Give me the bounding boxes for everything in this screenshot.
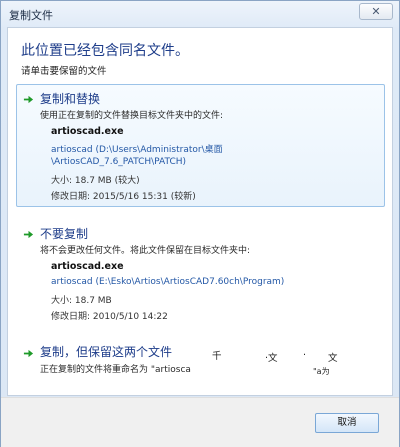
green-right-arrow-icon xyxy=(23,349,34,358)
option-copy-and-replace[interactable]: 复制和替换 使用正在复制的文件替换目标文件夹中的文件: artioscad.ex… xyxy=(16,84,385,207)
green-right-arrow-icon xyxy=(23,95,34,104)
option-description: 将不会更改任何文件。将此文件保留在目标文件夹中: xyxy=(40,246,251,256)
rendering-artifact-text: 文 xyxy=(328,353,338,364)
file-size: 大小: 18.7 MB (较大) xyxy=(51,176,140,186)
option-description: 使用正在复制的文件替换目标文件夹中的文件: xyxy=(40,111,224,121)
file-modified-date: 修改日期: 2015/5/16 15:31 (较新) xyxy=(51,192,196,202)
title-bar[interactable]: 复制文件 ✕ xyxy=(1,1,399,27)
copy-file-dialog: 复制文件 ✕ 此位置已经包含同名文件。 请单击要保留的文件 复制和替换 使用正在… xyxy=(0,0,400,447)
dialog-heading: 此位置已经包含同名文件。 xyxy=(21,43,189,59)
option-description: 正在复制的文件将重命名为 "artiosca xyxy=(40,365,191,375)
file-modified-date: 修改日期: 2010/5/10 14:22 xyxy=(51,312,168,322)
option-title: 复制，但保留这两个文件 xyxy=(40,345,173,359)
file-path: artioscad (D:\Users\Administrator\桌面 xyxy=(51,145,223,155)
file-name: artioscad.exe xyxy=(51,261,124,272)
option-title: 不要复制 xyxy=(40,227,89,241)
rendering-artifact-text: ·文 xyxy=(265,353,278,364)
green-right-arrow-icon xyxy=(23,230,34,239)
dialog-subheading: 请单击要保留的文件 xyxy=(21,66,107,77)
file-name: artioscad.exe xyxy=(51,126,124,137)
file-size: 大小: 18.7 MB xyxy=(51,296,112,306)
file-path-continued: \ArtiosCAD_7.6_PATCH\PATCH) xyxy=(51,157,187,167)
cancel-button[interactable]: 取消 xyxy=(315,413,379,433)
close-button[interactable]: ✕ xyxy=(359,3,393,20)
option-title: 复制和替换 xyxy=(40,92,101,106)
rendering-artifact-text: · xyxy=(303,350,307,361)
dialog-footer: 取消 xyxy=(1,397,399,447)
option-keep-both[interactable]: 复制，但保留这两个文件 正在复制的文件将重命名为 "artiosca 千 ·文 … xyxy=(16,337,385,387)
rendering-artifact-text: "a为 xyxy=(313,367,330,376)
file-path: artioscad (E:\Esko\Artios\ArtiosCAD7.60c… xyxy=(51,277,285,287)
dialog-content: 此位置已经包含同名文件。 请单击要保留的文件 复制和替换 使用正在复制的文件替换… xyxy=(7,27,393,396)
rendering-artifact-text: 千 xyxy=(212,351,222,362)
close-icon: ✕ xyxy=(371,5,381,18)
option-dont-copy[interactable]: 不要复制 将不会更改任何文件。将此文件保留在目标文件夹中: artioscad.… xyxy=(16,219,385,324)
window-title: 复制文件 xyxy=(9,9,53,22)
